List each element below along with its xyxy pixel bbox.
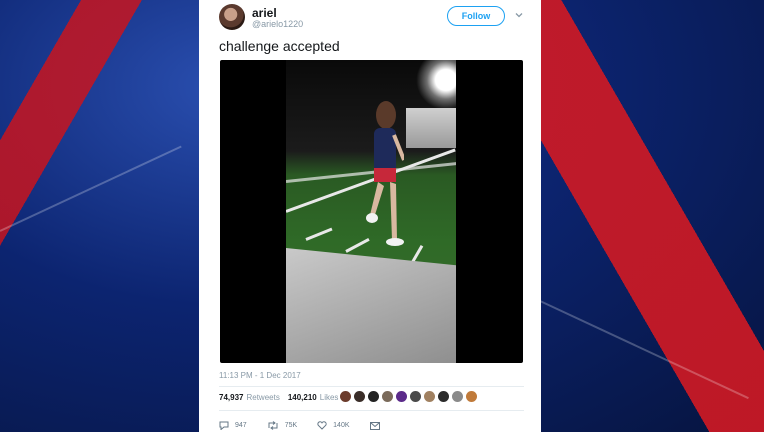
divider <box>219 386 524 387</box>
liker-avatar[interactable] <box>424 391 435 402</box>
video-frame <box>286 60 456 363</box>
reply-count: 947 <box>235 422 247 429</box>
retweets-count[interactable]: 74,937 <box>219 393 243 402</box>
engagement-stats: 74,937 Retweets 140,210 Likes <box>219 393 338 402</box>
likes-count[interactable]: 140,210 <box>288 393 317 402</box>
heart-icon <box>317 421 327 430</box>
reply-button[interactable]: 947 <box>219 421 247 430</box>
message-icon <box>369 421 380 430</box>
liker-avatar[interactable] <box>382 391 393 402</box>
cheerleader-figure <box>366 101 404 246</box>
user-name[interactable]: ariel <box>252 6 277 20</box>
liker-avatar[interactable] <box>396 391 407 402</box>
follow-button[interactable]: Follow <box>447 6 505 26</box>
likes-label[interactable]: Likes <box>320 393 339 402</box>
liker-avatars <box>340 391 480 402</box>
tweet-actions: 947 75K 140K <box>219 421 406 430</box>
tweet-video[interactable] <box>220 60 523 363</box>
liker-avatar[interactable] <box>438 391 449 402</box>
liker-avatar[interactable] <box>354 391 365 402</box>
retweets-label[interactable]: Retweets <box>246 393 279 402</box>
liker-avatar[interactable] <box>452 391 463 402</box>
chevron-down-icon[interactable] <box>514 10 524 20</box>
retweet-count: 75K <box>284 422 298 429</box>
like-count: 140K <box>333 422 350 429</box>
like-button[interactable]: 140K <box>317 421 350 430</box>
tweet-text: challenge accepted <box>219 38 340 54</box>
timestamp[interactable]: 11:13 PM - 1 Dec 2017 <box>219 371 301 380</box>
direct-message-button[interactable] <box>369 421 386 430</box>
liker-avatar[interactable] <box>368 391 379 402</box>
liker-avatar[interactable] <box>466 391 477 402</box>
retweet-button[interactable]: 75K <box>267 421 297 430</box>
avatar[interactable] <box>219 4 245 30</box>
liker-avatar[interactable] <box>340 391 351 402</box>
liker-avatar[interactable] <box>410 391 421 402</box>
divider <box>219 410 524 411</box>
retweet-icon <box>268 421 278 430</box>
tweet-card: ariel @arielo1220 Follow challenge accep… <box>199 0 541 432</box>
user-handle[interactable]: @arielo1220 <box>252 19 303 29</box>
reply-icon <box>219 421 229 430</box>
